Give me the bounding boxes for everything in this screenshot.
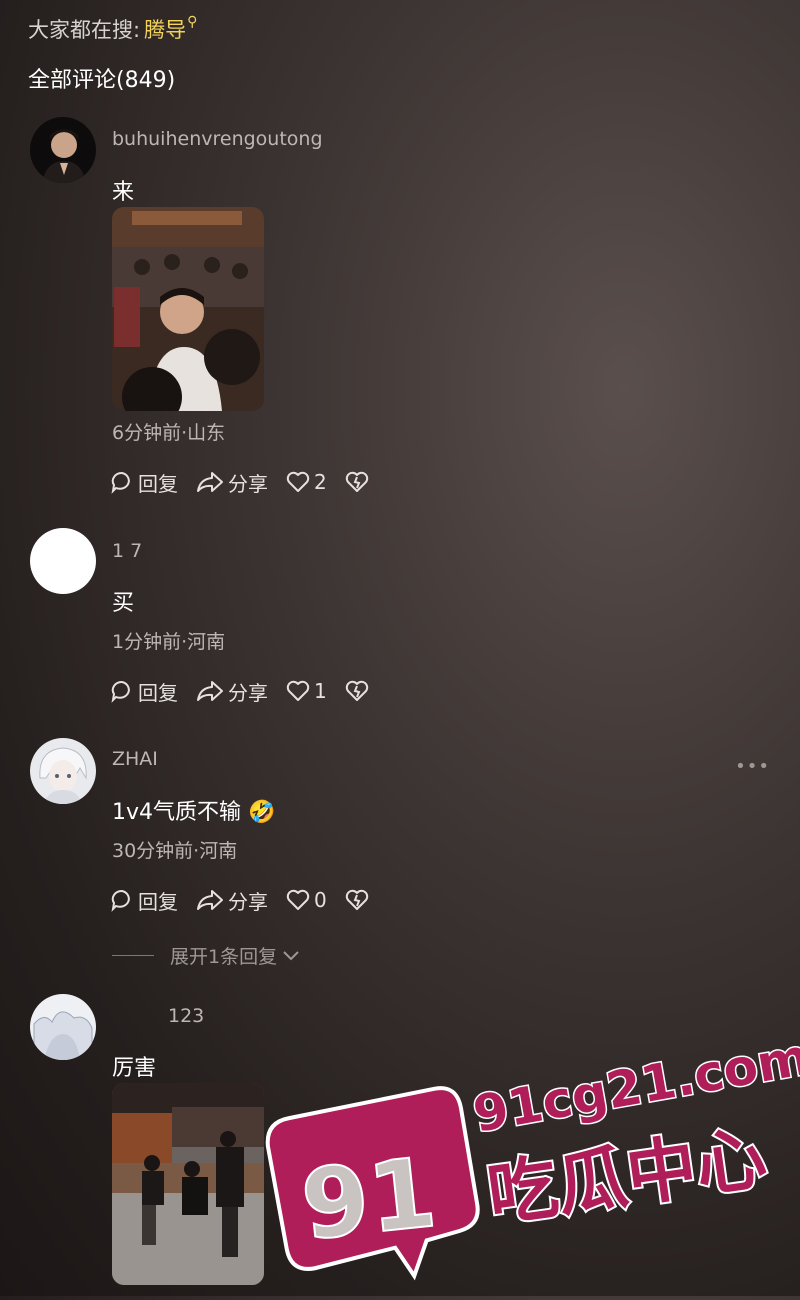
trending-search-prefix: 大家都在搜: <box>28 18 141 42</box>
comment-image[interactable] <box>112 1083 264 1285</box>
comment-username[interactable]: 123 <box>168 1005 204 1027</box>
share-label: 分享 <box>228 680 268 705</box>
share-button[interactable]: 分享 <box>196 677 268 706</box>
share-icon <box>197 681 223 701</box>
comment-text-body: 1v4气质不输 <box>112 800 242 825</box>
watermark-name: 吃瓜中心 <box>483 1116 772 1236</box>
avatar[interactable] <box>30 117 96 183</box>
comment-username[interactable]: 1 7 <box>112 540 142 562</box>
reply-icon <box>111 471 130 494</box>
share-label: 分享 <box>228 889 268 914</box>
reply-label: 回复 <box>138 889 178 914</box>
avatar[interactable] <box>30 528 96 594</box>
broken-heart-icon <box>345 680 368 701</box>
laughing-emoji-icon: 🤣 <box>248 800 276 825</box>
share-icon <box>197 472 223 492</box>
dislike-button[interactable] <box>345 888 373 912</box>
comment-username[interactable]: ZHAI <box>112 748 158 770</box>
search-icon: ⚲ <box>187 14 198 30</box>
reply-button[interactable]: 回复 <box>110 468 178 497</box>
share-button[interactable]: 分享 <box>196 886 268 915</box>
comments-count-heading: 全部评论(849) <box>28 68 176 93</box>
heart-icon <box>286 471 310 492</box>
comment-meta: 6分钟前·山东 <box>112 422 226 444</box>
reply-label: 回复 <box>138 471 178 496</box>
trending-search-bar[interactable]: 大家都在搜: 腾导⚲ <box>28 14 197 44</box>
like-count: 0 <box>314 888 327 912</box>
reply-icon <box>111 889 130 912</box>
share-label: 分享 <box>228 471 268 496</box>
broken-heart-icon <box>345 889 368 910</box>
heart-icon <box>286 680 310 701</box>
like-button[interactable]: 0 <box>286 888 327 912</box>
reply-button[interactable]: 回复 <box>110 886 178 915</box>
comment-actions: 回复 分享 2 <box>110 467 391 497</box>
expand-replies-label: 展开1条回复 <box>170 946 278 968</box>
reply-icon <box>111 680 130 703</box>
comment-actions: 回复 分享 1 <box>110 676 391 706</box>
more-options-icon[interactable]: ••• <box>735 756 770 777</box>
expand-replies-button[interactable]: 展开1条回复 <box>112 942 301 969</box>
comment-image[interactable] <box>112 207 264 411</box>
avatar[interactable] <box>30 738 96 804</box>
avatar[interactable] <box>30 994 96 1060</box>
like-button[interactable]: 2 <box>286 470 327 494</box>
like-button[interactable]: 1 <box>286 679 327 703</box>
share-icon <box>197 890 223 910</box>
comment-meta: 1分钟前·河南 <box>112 631 226 653</box>
trending-search-keyword[interactable]: 腾导 <box>144 18 186 42</box>
dislike-button[interactable] <box>345 679 373 703</box>
broken-heart-icon <box>345 471 368 492</box>
comment-text: 买 <box>112 591 135 616</box>
share-button[interactable]: 分享 <box>196 468 268 497</box>
watermark-domain: 91cg21.com <box>469 1028 800 1144</box>
heart-icon <box>286 889 310 910</box>
like-count: 2 <box>314 470 327 494</box>
comment-text: 1v4气质不输 🤣 <box>112 794 275 826</box>
like-count: 1 <box>314 679 327 703</box>
comment-text: 来 <box>112 180 135 205</box>
watermark-logo-bubble <box>265 1086 480 1281</box>
dislike-button[interactable] <box>345 470 373 494</box>
divider <box>112 955 154 956</box>
comment-actions: 回复 分享 0 <box>110 885 391 915</box>
comment-username[interactable]: buhuihenvrengoutong <box>112 128 323 150</box>
chevron-down-icon <box>283 950 299 960</box>
comment-meta: 30分钟前·河南 <box>112 840 238 862</box>
watermark-logo-number: 91 <box>297 1137 442 1262</box>
reply-button[interactable]: 回复 <box>110 677 178 706</box>
reply-label: 回复 <box>138 680 178 705</box>
comment-text: 厉害 <box>112 1056 157 1081</box>
